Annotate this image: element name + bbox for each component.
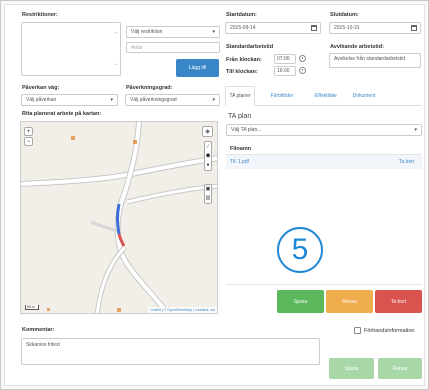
start-date-label: Startdatum: [226, 12, 257, 18]
end-date-input[interactable]: 2015-10-31 [329, 22, 421, 34]
road-impact-value: Välj påverkan [26, 97, 57, 103]
layers-icon[interactable]: ◆ [202, 126, 213, 137]
map[interactable]: + − ◆ ∕ ⬟ ● ▣ ▥ 50 m Leaflet | © OpenStr… [20, 121, 218, 314]
comment-textarea[interactable]: Skkanios fritext [21, 338, 320, 365]
step-badge: 5 [277, 227, 323, 273]
impact-degree-value: Välj påverkningsgrad [130, 97, 177, 103]
scroll-down-icon[interactable]: ﹀ [114, 63, 118, 69]
start-date-value: 2015-09-14 [230, 25, 256, 31]
road-impact-label: Påverkan väg: [22, 85, 60, 91]
tab-bar: TA planer Förbiföder Effektilder Dokumen… [225, 86, 421, 106]
restriction-select-value: Välj restriktion [131, 29, 163, 35]
marker-icon[interactable]: ● [206, 161, 209, 170]
trash-icon[interactable]: ▥ [206, 194, 211, 203]
chevron-down-icon: ▾ [414, 127, 417, 133]
footer-save-button[interactable]: Spara [329, 358, 374, 379]
clock-icon[interactable] [299, 55, 306, 62]
from-time-value: 07:00 [277, 56, 290, 62]
amount-placeholder: Antal [131, 44, 143, 51]
tab-forbifoder[interactable]: Förbiföder [265, 86, 299, 106]
polyline-icon[interactable]: ∕ [208, 143, 209, 152]
impact-degree-label: Påverkningsgrad: [126, 85, 173, 91]
map-roads [21, 122, 217, 313]
action-divider [226, 284, 422, 285]
ta-plan-heading: TA plan [228, 113, 252, 120]
standard-hours-label: Standardarbetstid [226, 44, 274, 50]
start-date-input[interactable]: 2015-09-14 [225, 22, 321, 34]
ta-plan-select[interactable]: Välj TA plan... ▾ [226, 124, 422, 136]
chevron-down-icon: ▾ [110, 97, 113, 103]
filename-column-header: Filnamn [230, 146, 252, 152]
calendar-icon[interactable] [311, 25, 317, 31]
map-label: Rita planerat arbete på kartan: [22, 111, 102, 117]
amount-input[interactable]: Antal [126, 42, 220, 53]
edit-icon[interactable]: ▣ [206, 185, 211, 194]
restrictions-label: Restriktioner: [22, 12, 58, 18]
deviating-hours-value: Avvikelse från standardarbetstid [334, 56, 406, 62]
tab-ta-planer[interactable]: TA planer [225, 86, 255, 106]
zoom-in-button[interactable]: + [24, 127, 33, 136]
edit-toolbar: ▣ ▥ [204, 184, 212, 204]
remove-file-link[interactable]: Ta bort [399, 159, 414, 165]
calendar-icon[interactable] [411, 25, 417, 31]
clear-button[interactable]: Rensa [326, 290, 373, 313]
deviating-hours-label: Avvikande arbetstid: [330, 44, 384, 50]
from-time-label: Från klockan: [226, 57, 262, 63]
restriction-select[interactable]: Välj restriktion ▾ [126, 26, 220, 38]
add-restriction-button[interactable]: Lägg till [176, 59, 219, 77]
impact-degree-select[interactable]: Välj påverkningsgrad ▾ [125, 94, 220, 106]
to-time-label: Till klockan: [226, 69, 258, 75]
to-time-input[interactable]: 16:00 [274, 66, 296, 76]
pre-info-checkbox[interactable] [354, 327, 361, 334]
scroll-up-icon[interactable]: ︿ [114, 29, 118, 35]
ta-plan-select-value: Välj TA plan... [231, 127, 262, 133]
table-row [226, 155, 422, 169]
tab-dokument[interactable]: Dokument [348, 86, 380, 106]
zoom-out-button[interactable]: − [24, 137, 33, 146]
footer-clear-button[interactable]: Rensa [378, 358, 422, 379]
comment-value: Skkanios fritext [26, 342, 60, 348]
delete-button[interactable]: Ta bort [375, 290, 422, 313]
pre-info-label: Förhandsinformation [364, 328, 415, 334]
draw-toolbar: ∕ ⬟ ● [204, 141, 212, 171]
polygon-icon[interactable]: ⬟ [206, 152, 210, 161]
clock-icon[interactable] [299, 67, 306, 74]
save-button[interactable]: Spara [277, 290, 324, 313]
end-date-label: Slutdatum: [330, 12, 359, 18]
restrictions-list[interactable]: ︿ ﹀ [21, 22, 121, 76]
comment-label: Kommentar: [22, 327, 55, 333]
road-impact-select[interactable]: Välj påverkan ▾ [21, 94, 118, 106]
deviating-hours-input[interactable]: Avvikelse från standardarbetstid [329, 53, 421, 68]
from-time-input[interactable]: 07:00 [274, 54, 296, 64]
to-time-value: 16:00 [277, 68, 290, 74]
tab-effektilder[interactable]: Effektilder [309, 86, 343, 106]
map-scale: 50 m [25, 305, 39, 310]
map-attribution[interactable]: Leaflet | © OpenStreetMap | contribut. s… [148, 307, 217, 313]
end-date-value: 2015-10-31 [334, 25, 360, 31]
file-link[interactable]: TK 1.pdf [230, 159, 249, 165]
chevron-down-icon: ▾ [212, 97, 215, 103]
chevron-down-icon: ▾ [212, 29, 215, 35]
